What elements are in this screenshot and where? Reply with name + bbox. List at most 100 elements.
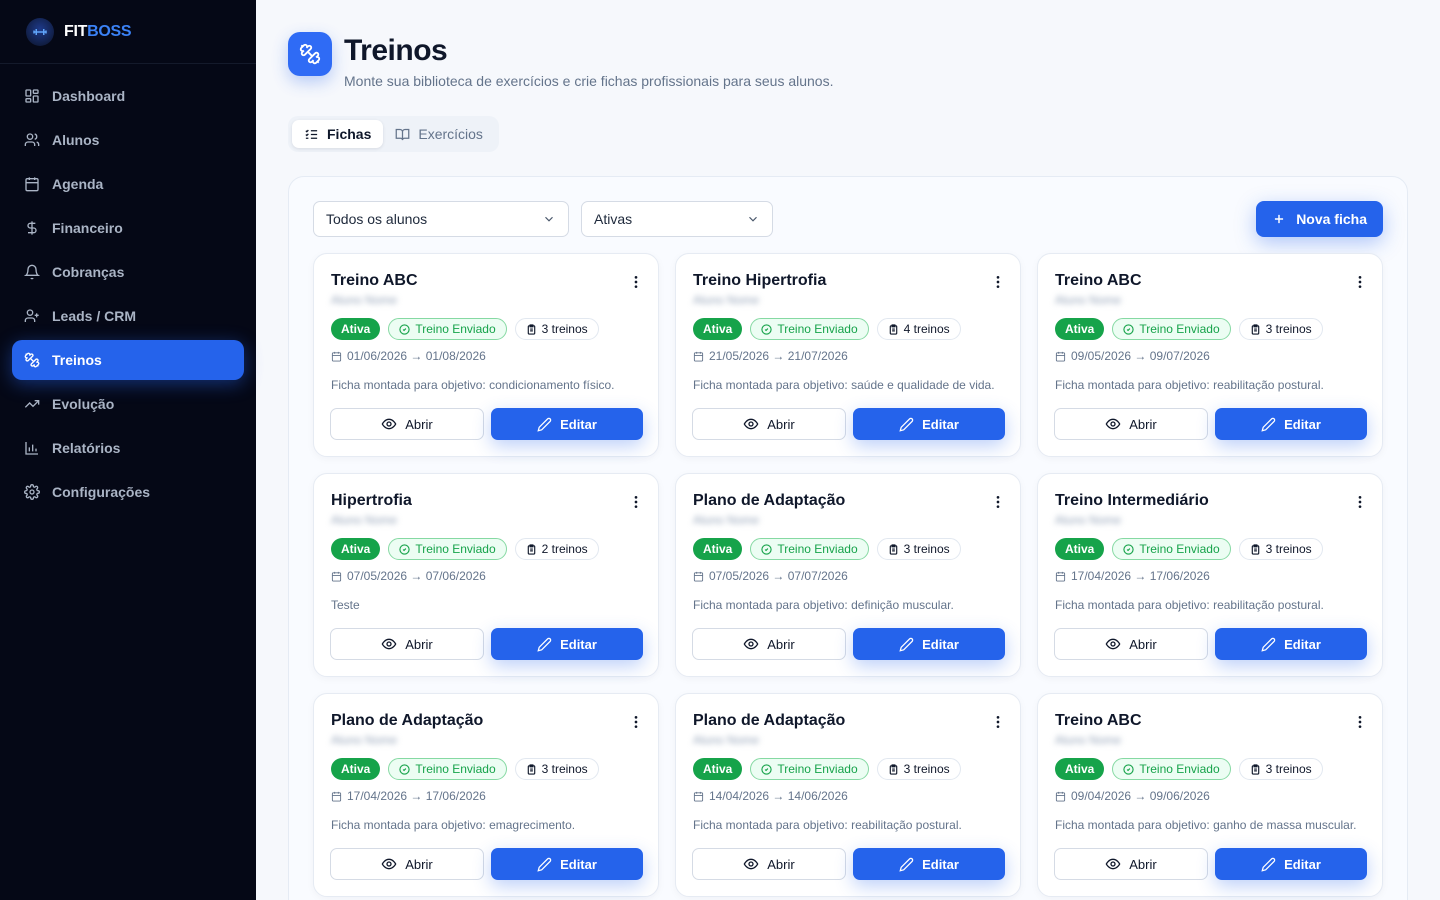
status-filter-select[interactable]: Ativas [581, 201, 773, 237]
more-vertical-icon[interactable] [990, 494, 1006, 510]
page-header: Treinos Monte sua biblioteca de exercíci… [288, 32, 833, 89]
tab-fichas[interactable]: Fichas [292, 120, 384, 148]
dumbbell-icon [24, 352, 40, 368]
edit-ficha-button[interactable]: Editar [853, 408, 1005, 440]
tabs: Fichas Exercícios [288, 116, 499, 152]
edit-ficha-label: Editar [922, 416, 959, 432]
workout-count-label: 3 treinos [903, 762, 950, 776]
edit-ficha-button[interactable]: Editar [853, 848, 1005, 880]
new-ficha-label: Nova ficha [1296, 211, 1367, 227]
dumbbell-icon [288, 32, 332, 76]
header-text: Treinos Monte sua biblioteca de exercíci… [344, 32, 833, 89]
open-ficha-button[interactable]: Abrir [1054, 628, 1208, 660]
calendar-icon [331, 571, 342, 582]
sidebar-item-label: Relatórios [52, 440, 121, 456]
more-vertical-icon[interactable] [990, 714, 1006, 730]
sidebar-item-alunos[interactable]: Alunos [12, 120, 244, 160]
eye-icon [1105, 858, 1121, 870]
sidebar-nav: Dashboard Alunos Agenda Financeiro Cobra… [0, 64, 256, 512]
check-circle-icon [399, 323, 410, 335]
open-ficha-label: Abrir [405, 416, 433, 432]
ficha-dates-label: 01/06/2026 → 01/08/2026 [347, 349, 486, 363]
sidebar-item-configuracoes[interactable]: Configurações [12, 472, 244, 512]
ficha-card: Hipertrofia Aluno Nome Ativa Treino Envi… [313, 473, 659, 677]
more-vertical-icon[interactable] [1352, 494, 1368, 510]
pencil-icon [899, 637, 914, 652]
edit-ficha-button[interactable]: Editar [1215, 628, 1367, 660]
more-vertical-icon[interactable] [990, 274, 1006, 290]
ficha-title: Treino ABC [331, 272, 418, 289]
ficha-student-name: Aluno Nome [331, 293, 398, 307]
workout-count-label: 3 treinos [541, 762, 588, 776]
workout-count-badge: 3 treinos [514, 758, 599, 780]
status-badge: Ativa [693, 758, 743, 780]
ficha-card: Treino ABC Aluno Nome Ativa Treino Envia… [1037, 693, 1383, 897]
edit-ficha-button[interactable]: Editar [491, 628, 643, 660]
sidebar-item-treinos[interactable]: Treinos [12, 340, 244, 380]
sidebar-item-agenda[interactable]: Agenda [12, 164, 244, 204]
sent-badge: Treino Enviado [750, 318, 869, 340]
sent-badge-label: Treino Enviado [777, 762, 858, 776]
open-ficha-button[interactable]: Abrir [1054, 408, 1208, 440]
sent-badge: Treino Enviado [388, 318, 507, 340]
open-ficha-button[interactable]: Abrir [330, 408, 484, 440]
ficha-dates: 07/05/2026 → 07/07/2026 [693, 569, 848, 583]
workout-count-label: 3 treinos [1265, 322, 1312, 336]
status-badge: Ativa [1055, 318, 1105, 340]
sidebar-item-relatorios[interactable]: Relatórios [12, 428, 244, 468]
brand[interactable]: FITBOSS [0, 0, 256, 64]
ficha-student-name: Aluno Nome [693, 293, 760, 307]
ficha-badges: Ativa Treino Enviado 3 treinos [331, 758, 599, 780]
sidebar-item-dashboard[interactable]: Dashboard [12, 76, 244, 116]
clipboard-icon [889, 323, 897, 335]
chevron-down-icon [545, 216, 553, 222]
sidebar-item-label: Alunos [52, 132, 100, 148]
more-vertical-icon[interactable] [628, 494, 644, 510]
sidebar-item-cobrancas[interactable]: Cobranças [12, 252, 244, 292]
open-ficha-button[interactable]: Abrir [692, 408, 846, 440]
sidebar-item-financeiro[interactable]: Financeiro [12, 208, 244, 248]
edit-ficha-label: Editar [1284, 416, 1321, 432]
student-filter-value: Todos os alunos [326, 211, 428, 227]
more-vertical-icon[interactable] [1352, 714, 1368, 730]
edit-ficha-button[interactable]: Editar [1215, 408, 1367, 440]
new-ficha-button[interactable]: Nova ficha [1256, 201, 1383, 237]
open-ficha-label: Abrir [767, 416, 795, 432]
eye-icon [743, 858, 759, 870]
edit-ficha-button[interactable]: Editar [1215, 848, 1367, 880]
user-plus-icon [24, 308, 40, 324]
bell-icon [24, 264, 40, 280]
workout-count-badge: 3 treinos [1238, 758, 1323, 780]
more-vertical-icon[interactable] [628, 714, 644, 730]
tab-exercicios[interactable]: Exercícios [383, 120, 495, 148]
brand-name-part2: BOSS [87, 22, 132, 40]
workout-count-badge: 3 treinos [876, 758, 961, 780]
brand-logo-icon [26, 17, 54, 46]
more-vertical-icon[interactable] [628, 274, 644, 290]
open-ficha-button[interactable]: Abrir [692, 628, 846, 660]
sidebar-item-label: Agenda [52, 176, 104, 192]
open-ficha-button[interactable]: Abrir [1054, 848, 1208, 880]
ficha-card: Treino ABC Aluno Nome Ativa Treino Envia… [313, 253, 659, 457]
open-ficha-button[interactable]: Abrir [692, 848, 846, 880]
edit-ficha-button[interactable]: Editar [491, 848, 643, 880]
sidebar-item-leads-crm[interactable]: Leads / CRM [12, 296, 244, 336]
workout-count-badge: 3 treinos [514, 318, 599, 340]
ficha-dates-label: 14/04/2026 → 14/06/2026 [709, 789, 848, 803]
ficha-dates: 17/04/2026 → 17/06/2026 [1055, 569, 1210, 583]
sent-badge-label: Treino Enviado [1139, 322, 1220, 336]
edit-ficha-button[interactable]: Editar [491, 408, 643, 440]
open-ficha-button[interactable]: Abrir [330, 628, 484, 660]
calendar-icon [693, 791, 704, 802]
ficha-title: Plano de Adaptação [693, 712, 846, 729]
open-ficha-label: Abrir [405, 636, 433, 652]
edit-ficha-label: Editar [560, 856, 597, 872]
student-filter-select[interactable]: Todos os alunos [313, 201, 569, 237]
list-checks-icon [305, 129, 318, 139]
sidebar-item-evolucao[interactable]: Evolução [12, 384, 244, 424]
ficha-dates-label: 17/04/2026 → 17/06/2026 [347, 789, 486, 803]
edit-ficha-button[interactable]: Editar [853, 628, 1005, 660]
open-ficha-button[interactable]: Abrir [330, 848, 484, 880]
clipboard-icon [889, 543, 897, 555]
more-vertical-icon[interactable] [1352, 274, 1368, 290]
